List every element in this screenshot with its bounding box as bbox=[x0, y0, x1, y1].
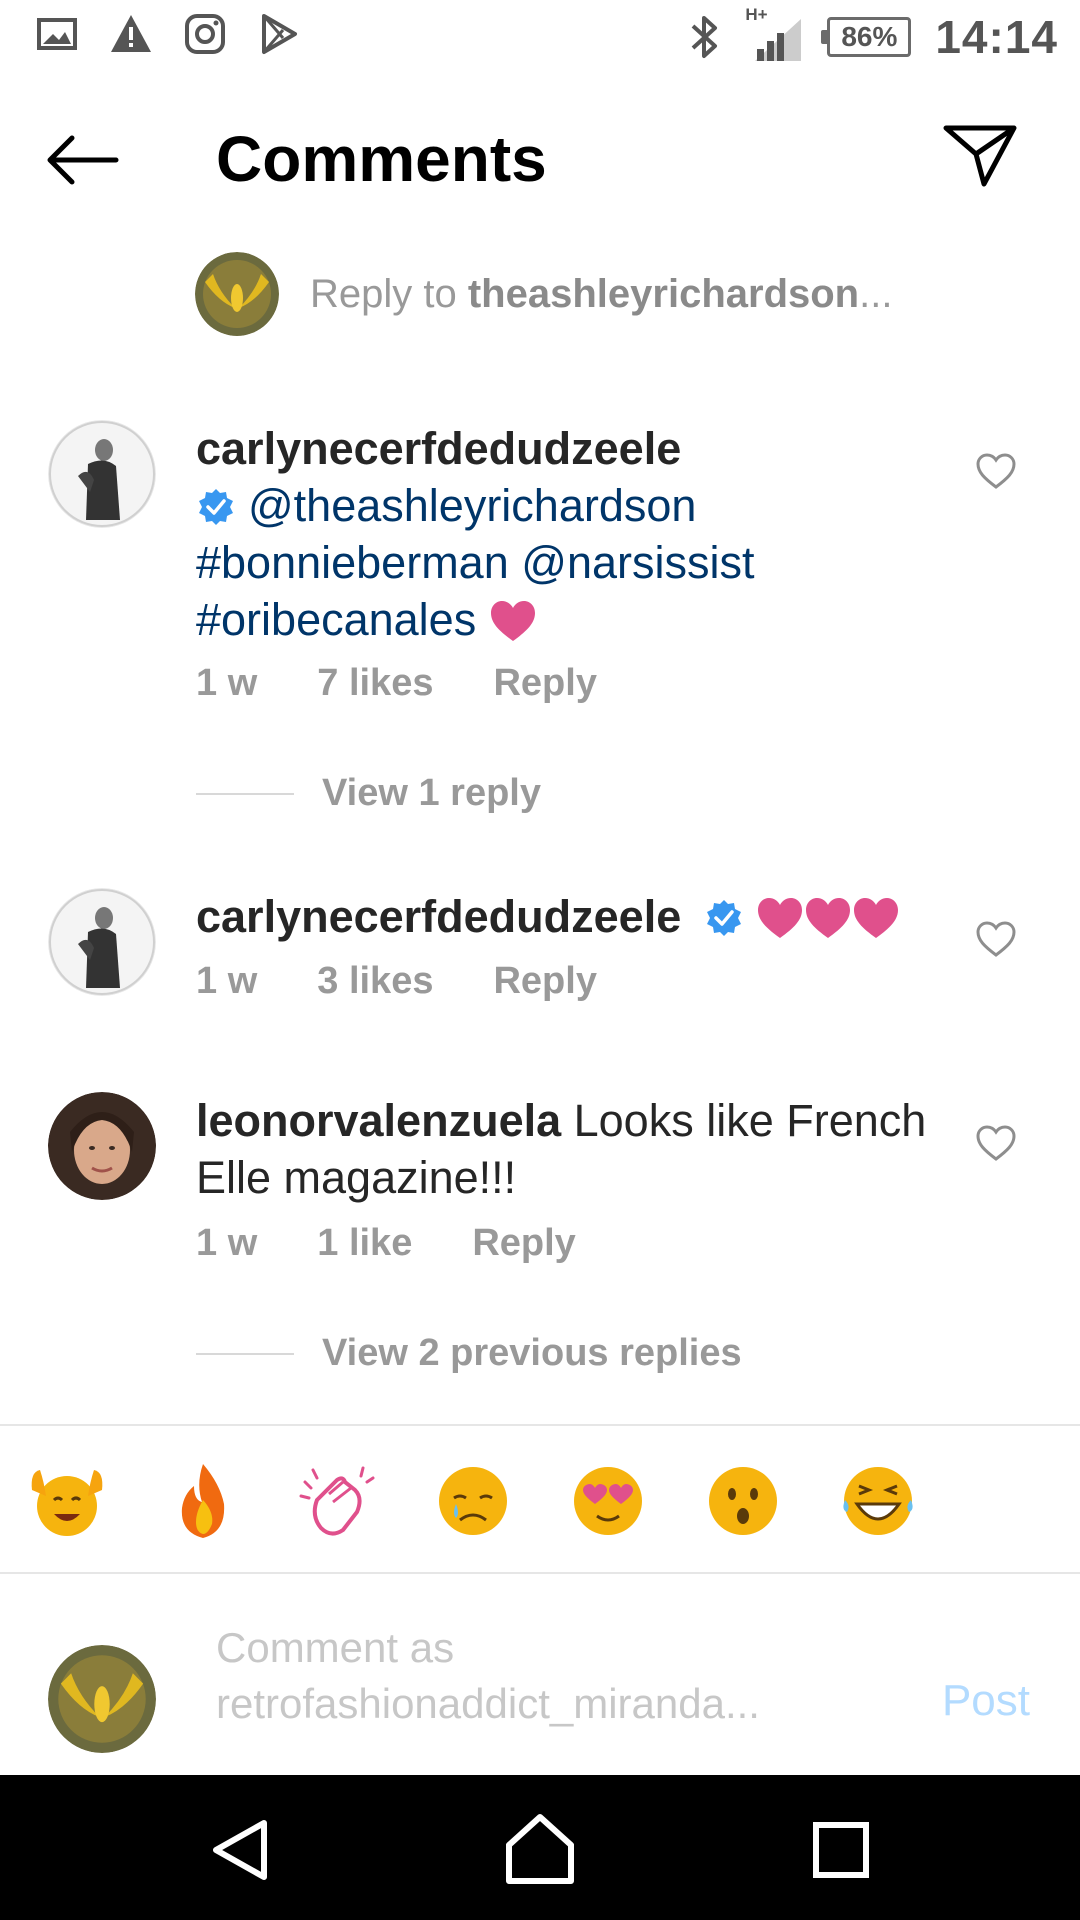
system-nav-bar bbox=[0, 1775, 1080, 1920]
clock: 14:14 bbox=[935, 11, 1058, 63]
instagram-icon bbox=[185, 14, 225, 54]
surprised-face-emoji[interactable] bbox=[702, 1460, 784, 1542]
comment-likes[interactable]: 3 likes bbox=[317, 960, 433, 1003]
heart-emoji-icon bbox=[490, 601, 535, 641]
comment-username[interactable]: leonorvalenzuela bbox=[196, 1095, 561, 1146]
commenter-avatar[interactable] bbox=[48, 888, 156, 996]
comment-time: 1 w bbox=[196, 662, 258, 704]
my-avatar bbox=[195, 252, 279, 336]
comment-meta: 1 w 3 likes Reply bbox=[196, 960, 597, 1003]
clapping-hands-emoji[interactable] bbox=[297, 1460, 379, 1542]
comment-meta: 1 w 7 likes Reply bbox=[196, 662, 597, 705]
placeholder-line-1: Comment as bbox=[216, 1624, 455, 1671]
fire-emoji[interactable] bbox=[162, 1460, 244, 1542]
notification-icons bbox=[35, 12, 301, 56]
comment-likes[interactable]: 7 likes bbox=[317, 662, 433, 705]
heart-emoji-icon bbox=[805, 898, 850, 938]
comment-composer: Comment as retrofashionaddict_miranda...… bbox=[0, 1600, 1080, 1775]
raising-hands-emoji[interactable] bbox=[26, 1460, 108, 1542]
reply-banner: Reply to theashleyrichardson... bbox=[0, 250, 1080, 340]
reply-username: theashleyrichardson bbox=[467, 272, 860, 316]
laughing-face-emoji[interactable] bbox=[837, 1460, 919, 1542]
view-replies-label[interactable]: View 2 previous replies bbox=[322, 1332, 742, 1375]
header: Comments bbox=[0, 100, 1080, 220]
reply-button[interactable]: Reply bbox=[493, 662, 596, 705]
comment-item: carlynecerfdedudzeele 1 w 3 likes Reply bbox=[0, 888, 1080, 1028]
reply-prefix: Reply to bbox=[310, 272, 468, 316]
comment-item: carlynecerfdedudzeele @theashleyrichards… bbox=[0, 420, 1080, 820]
placeholder-line-2: retrofashionaddict_miranda... bbox=[216, 1680, 760, 1727]
gallery-icon bbox=[37, 18, 77, 50]
mention-link[interactable]: @theashleyrichardson bbox=[248, 480, 696, 531]
commenter-avatar[interactable] bbox=[48, 1092, 156, 1200]
heart-eyes-emoji[interactable] bbox=[567, 1460, 649, 1542]
comment-text: carlynecerfdedudzeele bbox=[196, 888, 946, 945]
nav-back-icon[interactable] bbox=[196, 1805, 286, 1895]
play-store-icon bbox=[262, 14, 297, 54]
hashtag-link[interactable]: #bonnieberman bbox=[196, 537, 509, 588]
comment-time: 1 w bbox=[196, 960, 258, 1002]
comment-item: leonorvalenzuela Looks like French Elle … bbox=[0, 1092, 1080, 1392]
bluetooth-icon bbox=[691, 16, 718, 58]
reply-button[interactable]: Reply bbox=[493, 960, 596, 1003]
my-avatar bbox=[48, 1645, 156, 1753]
comment-likes[interactable]: 1 like bbox=[317, 1222, 412, 1265]
comment-time: 1 w bbox=[196, 1222, 258, 1264]
heart-emoji-icon bbox=[853, 898, 898, 938]
crying-face-emoji[interactable] bbox=[432, 1460, 514, 1542]
heart-emoji-icon bbox=[757, 898, 802, 938]
reply-to-label: Reply to theashleyrichardson... bbox=[310, 272, 892, 317]
battery-percent: 86% bbox=[841, 21, 898, 52]
view-replies-button[interactable]: View 2 previous replies bbox=[196, 1332, 742, 1375]
comment-text: leonorvalenzuela Looks like French Elle … bbox=[196, 1092, 946, 1206]
verified-badge-icon bbox=[706, 900, 741, 936]
like-heart-icon[interactable] bbox=[975, 920, 1017, 958]
back-arrow-icon[interactable] bbox=[42, 130, 122, 190]
divider-line bbox=[196, 792, 294, 795]
page-title: Comments bbox=[216, 123, 547, 195]
hashtag-link[interactable]: #oribecanales bbox=[196, 594, 476, 645]
nav-home-icon[interactable] bbox=[495, 1805, 585, 1895]
reply-suffix: ... bbox=[859, 272, 893, 316]
comment-username[interactable]: carlynecerfdedudzeele bbox=[196, 891, 681, 942]
commenter-avatar[interactable] bbox=[48, 420, 156, 528]
comment-text: carlynecerfdedudzeele @theashleyrichards… bbox=[196, 420, 946, 648]
view-replies-button[interactable]: View 1 reply bbox=[196, 772, 541, 815]
comment-username[interactable]: carlynecerfdedudzeele bbox=[196, 423, 681, 474]
nav-recents-icon[interactable] bbox=[796, 1805, 886, 1895]
warning-icon bbox=[111, 15, 151, 52]
battery-indicator: 86% bbox=[821, 17, 912, 57]
verified-badge-icon bbox=[199, 489, 233, 525]
comment-meta: 1 w 1 like Reply bbox=[196, 1222, 576, 1265]
view-replies-label[interactable]: View 1 reply bbox=[322, 772, 541, 815]
comment-input-field[interactable]: Comment as retrofashionaddict_miranda... bbox=[216, 1620, 856, 1732]
reply-button[interactable]: Reply bbox=[472, 1222, 575, 1265]
mention-link[interactable]: @narsissist bbox=[521, 537, 754, 588]
like-heart-icon[interactable] bbox=[975, 452, 1017, 490]
post-button[interactable]: Post bbox=[942, 1676, 1030, 1726]
signal-icon: H+ bbox=[745, 5, 803, 63]
status-bar: H+ 86% 14:14 bbox=[0, 0, 1080, 75]
emoji-quick-bar bbox=[0, 1424, 1080, 1574]
divider-line bbox=[196, 1352, 294, 1355]
direct-send-icon[interactable] bbox=[940, 120, 1020, 190]
like-heart-icon[interactable] bbox=[975, 1124, 1017, 1162]
